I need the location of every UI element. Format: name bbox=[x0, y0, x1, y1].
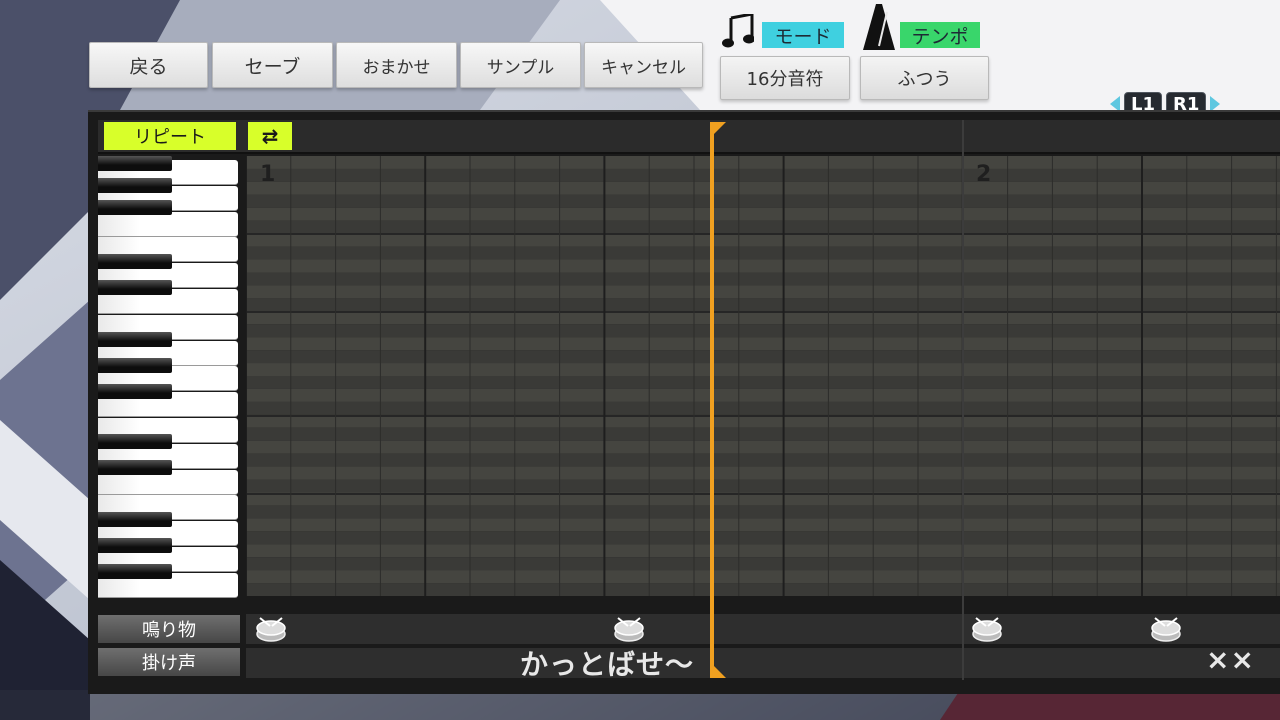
black-key[interactable] bbox=[98, 538, 172, 553]
mode-select[interactable]: 16分音符 bbox=[720, 56, 850, 100]
metronome-icon bbox=[863, 4, 895, 50]
measure-divider bbox=[962, 120, 964, 680]
black-key[interactable] bbox=[98, 178, 172, 193]
black-key[interactable] bbox=[98, 280, 172, 295]
percussion-track[interactable] bbox=[246, 614, 1280, 644]
black-key[interactable] bbox=[98, 564, 172, 579]
percussion-label-text: 鳴り物 bbox=[142, 620, 196, 641]
cancel-label: キャンセル bbox=[601, 57, 686, 78]
mode-value: 16分音符 bbox=[746, 69, 824, 90]
back-label: 戻る bbox=[129, 55, 168, 78]
track-divider bbox=[962, 614, 964, 678]
piano-keyboard[interactable] bbox=[98, 156, 240, 598]
mode-label: モード bbox=[762, 22, 844, 48]
music-note-icon bbox=[722, 14, 754, 48]
measure-number-1: 1 bbox=[260, 162, 276, 187]
black-key[interactable] bbox=[98, 156, 172, 171]
drum-icon[interactable] bbox=[612, 614, 646, 644]
tempo-label-text: テンポ bbox=[911, 25, 969, 48]
black-key[interactable] bbox=[98, 254, 172, 269]
save-button[interactable]: セーブ bbox=[212, 42, 333, 88]
black-key[interactable] bbox=[98, 460, 172, 475]
drum-icon[interactable] bbox=[970, 614, 1004, 644]
measure-number-2: 2 bbox=[976, 162, 992, 187]
voice-label-text: 掛け声 bbox=[142, 653, 196, 674]
sample-label: サンプル bbox=[486, 57, 555, 78]
voice-text[interactable]: ×× bbox=[1206, 643, 1255, 676]
tempo-select[interactable]: ふつう bbox=[860, 56, 989, 100]
note-grid[interactable] bbox=[246, 156, 1280, 596]
black-key[interactable] bbox=[98, 434, 172, 449]
auto-button[interactable]: おまかせ bbox=[336, 42, 457, 88]
voice-text[interactable]: かっとばせ〜 bbox=[520, 643, 694, 683]
white-key[interactable] bbox=[98, 211, 238, 237]
save-label: セーブ bbox=[244, 55, 301, 78]
voice-track[interactable] bbox=[246, 648, 1280, 678]
mode-label-text: モード bbox=[774, 25, 832, 48]
tempo-label: テンポ bbox=[900, 22, 980, 48]
playhead[interactable] bbox=[710, 122, 714, 678]
black-key[interactable] bbox=[98, 200, 172, 215]
loop-icon[interactable]: ⇄ bbox=[248, 122, 292, 150]
repeat-label: リピート bbox=[134, 127, 206, 148]
drum-icon[interactable] bbox=[254, 614, 288, 644]
playhead-top-flag bbox=[714, 122, 726, 134]
playhead-bottom-flag bbox=[714, 666, 726, 678]
drum-icon[interactable] bbox=[1149, 614, 1183, 644]
cancel-button[interactable]: キャンセル bbox=[584, 42, 703, 88]
percussion-track-label: 鳴り物 bbox=[98, 615, 240, 643]
black-key[interactable] bbox=[98, 512, 172, 527]
tempo-value: ふつう bbox=[897, 69, 952, 90]
black-key[interactable] bbox=[98, 332, 172, 347]
auto-label: おまかせ bbox=[362, 57, 431, 78]
grid-lines bbox=[246, 156, 1280, 596]
repeat-button[interactable]: リピート bbox=[104, 122, 236, 150]
voice-track-label: 掛け声 bbox=[98, 648, 240, 676]
sample-button[interactable]: サンプル bbox=[460, 42, 581, 88]
black-key[interactable] bbox=[98, 384, 172, 399]
black-key[interactable] bbox=[98, 358, 172, 373]
back-button[interactable]: 戻る bbox=[89, 42, 208, 88]
